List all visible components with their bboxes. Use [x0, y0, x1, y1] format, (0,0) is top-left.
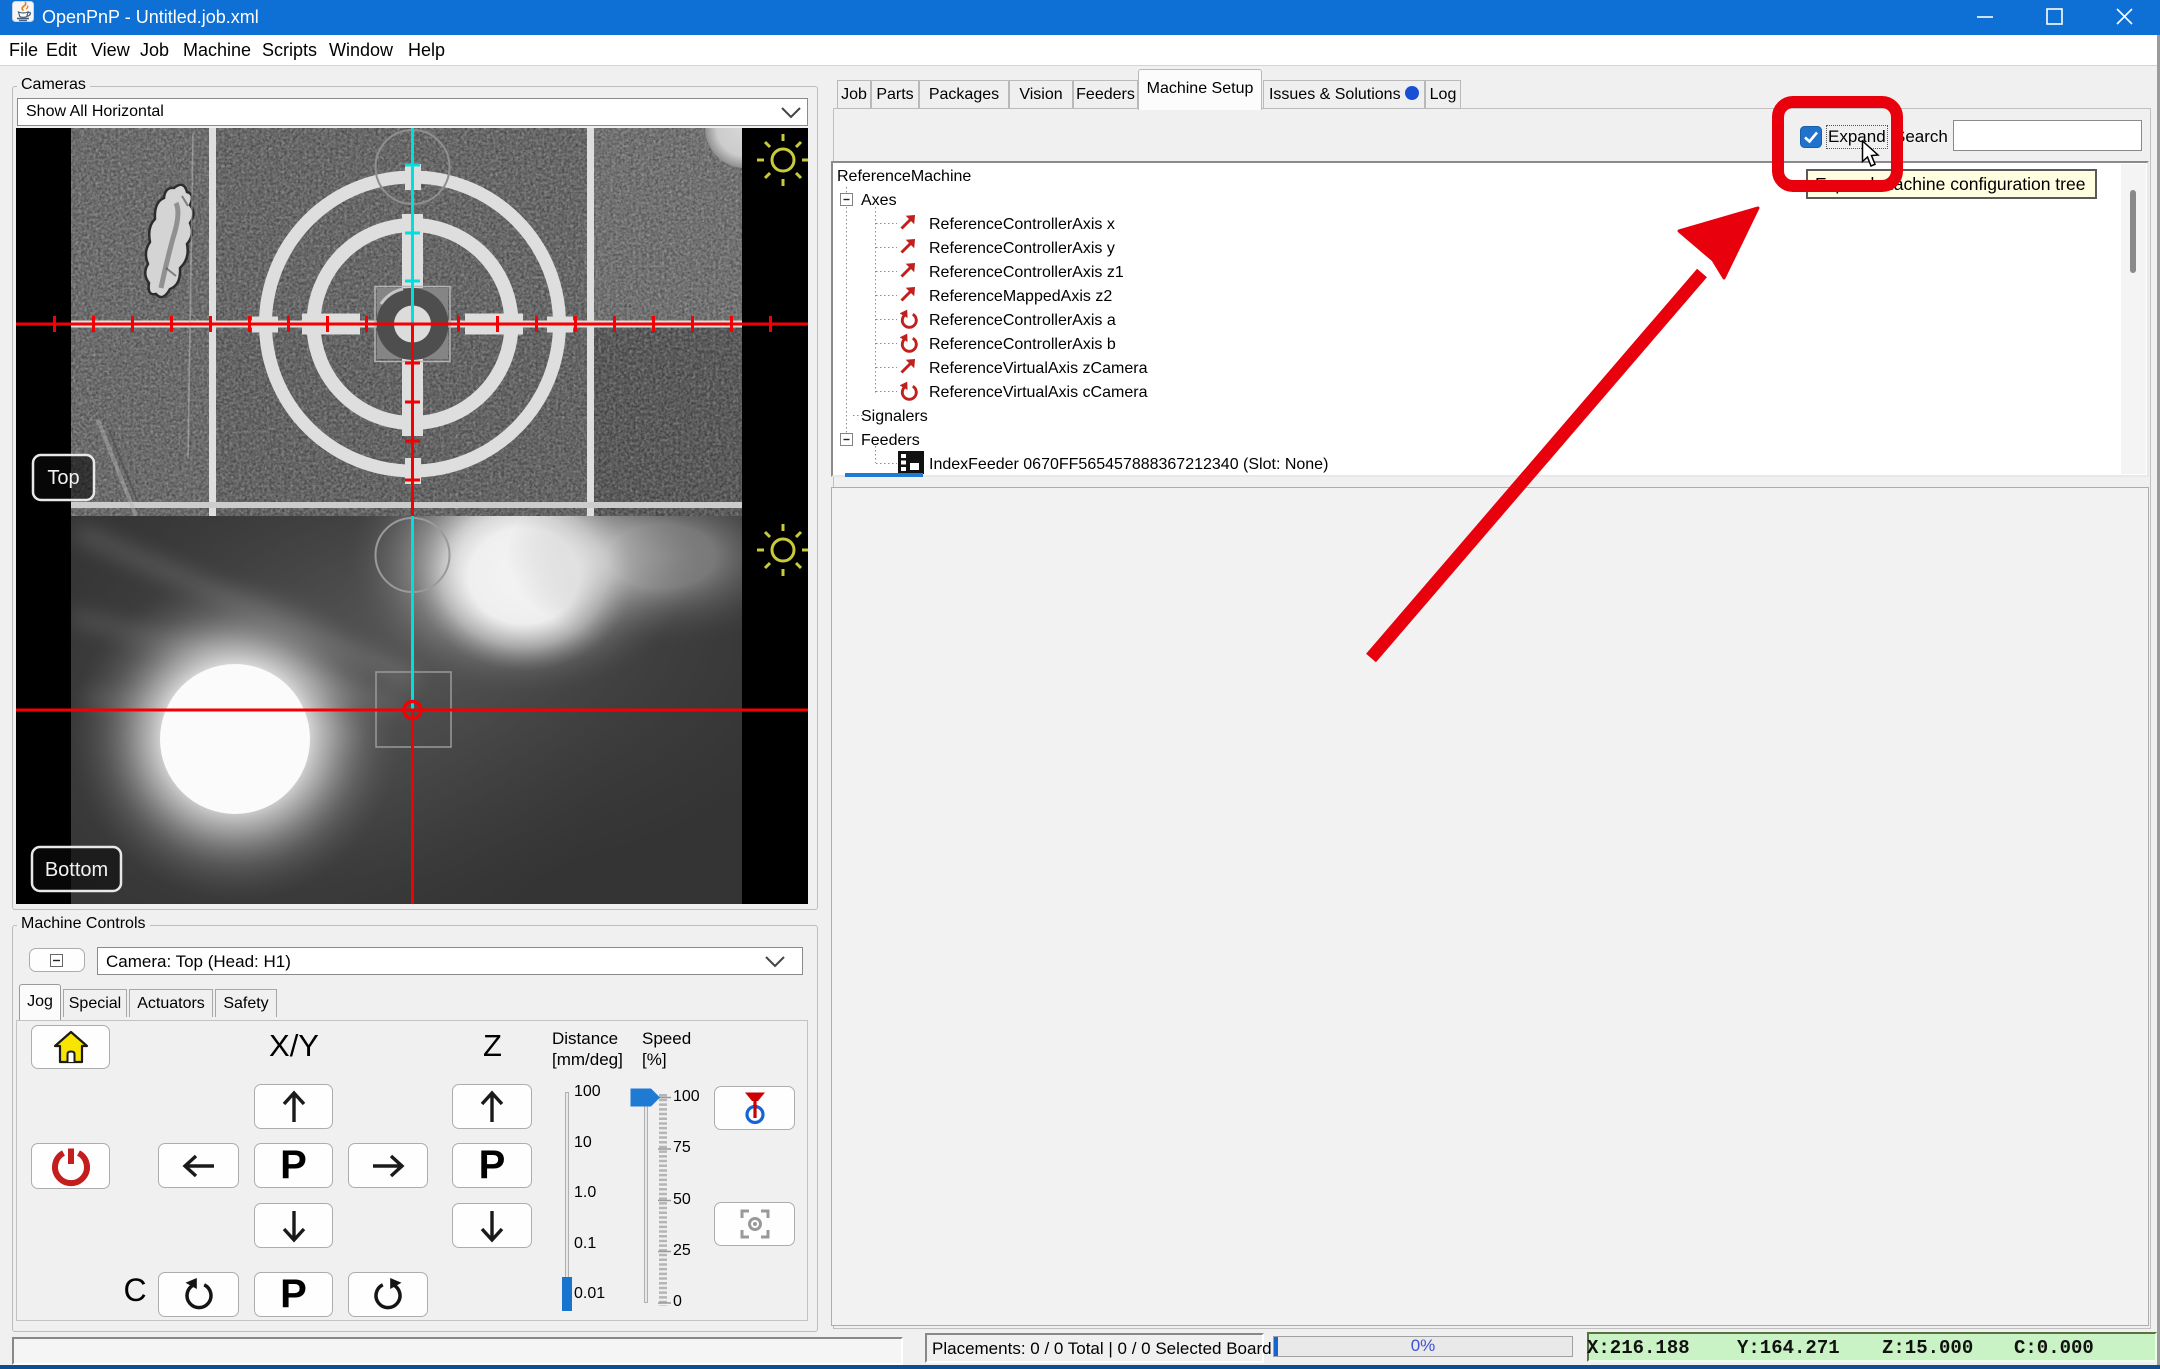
svg-text:Top: Top: [47, 467, 79, 489]
svg-text:Bottom: Bottom: [45, 859, 108, 881]
